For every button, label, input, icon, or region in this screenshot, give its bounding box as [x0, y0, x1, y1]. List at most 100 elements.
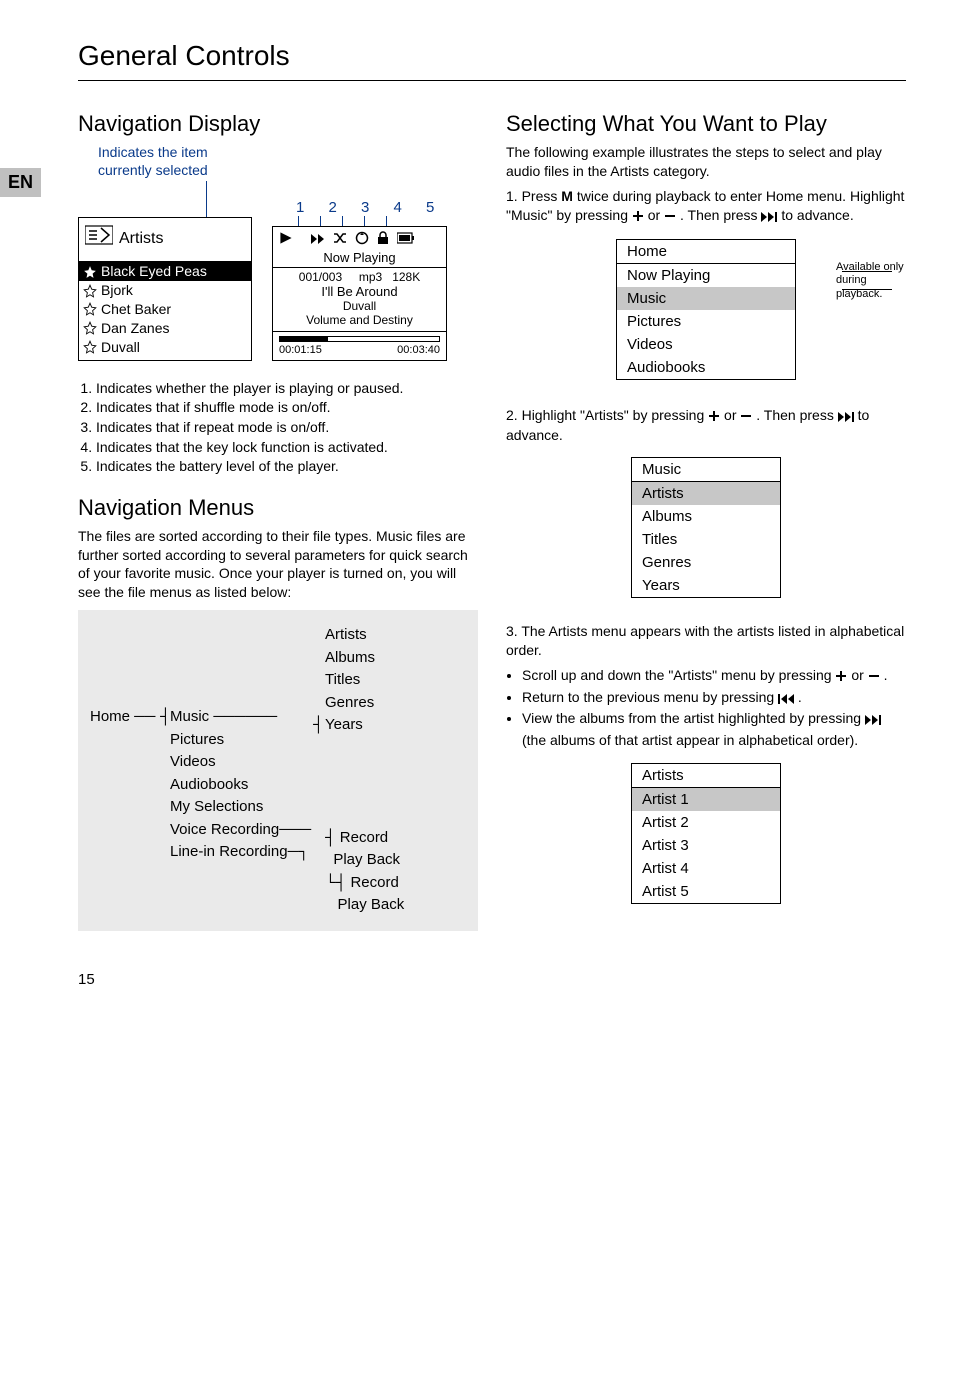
shuffle-icon [333, 232, 347, 247]
tree-leaf: Years [325, 716, 363, 733]
list-item-label: Dan Zanes [101, 319, 169, 338]
tree-leaf: Play Back [338, 896, 405, 913]
tree-node: Music [170, 708, 209, 725]
menu-item: Titles [632, 528, 780, 551]
song-artist: Duvall [273, 299, 446, 313]
selecting-heading: Selecting What You Want to Play [506, 111, 906, 137]
bullet-list: Scroll up and down the "Artists" menu by… [506, 666, 906, 750]
menu-item: Artist 5 [632, 880, 780, 903]
track-bitrate: 128K [392, 270, 420, 284]
bullet-item: Scroll up and down the "Artists" menu by… [522, 666, 906, 688]
minus-icon [868, 668, 880, 688]
minus-icon [664, 208, 676, 227]
nav-display-heading: Navigation Display [78, 111, 478, 137]
menu-item-highlight: Artists [632, 482, 780, 505]
list-item-label: Bjork [101, 281, 133, 300]
menu-item: Audiobooks [617, 356, 795, 379]
next-icon [838, 408, 854, 427]
next-icon [865, 711, 881, 731]
tree-root: Home [90, 708, 130, 725]
list-item: Bjork [79, 281, 251, 300]
home-menu-box: Home Now Playing Music Pictures Videos A… [616, 239, 796, 380]
repeat-icon [355, 231, 369, 248]
minus-icon [740, 408, 752, 427]
chapter-rule [78, 80, 906, 81]
artists-list-box: Artists Black Eyed Peas Bjork [78, 217, 252, 360]
bullet-item: Return to the previous menu by pressing … [522, 688, 906, 710]
side-note: Available only during playback. [836, 261, 916, 302]
star-outline-icon [83, 302, 97, 316]
menu-item: Now Playing [617, 264, 795, 287]
menu-item: Artist 3 [632, 834, 780, 857]
legend-item: Indicates that the key lock function is … [96, 438, 478, 458]
tree-node: Videos [170, 751, 325, 774]
plus-icon [632, 208, 644, 227]
song-album: Volume and Destiny [273, 313, 446, 332]
menu-item: Genres [632, 551, 780, 574]
legend-item: Indicates that if repeat mode is on/off. [96, 418, 478, 438]
legend-item: Indicates that if shuffle mode is on/off… [96, 398, 478, 418]
menu-item: Years [632, 574, 780, 597]
selecting-intro: The following example illustrates the st… [506, 143, 906, 181]
list-item: Chet Baker [79, 300, 251, 319]
star-outline-icon [83, 284, 97, 298]
step-1: 1. Press M twice during playback to ente… [506, 187, 906, 227]
tree-leaf: Artists [325, 624, 466, 647]
menu-item-highlight: Artist 1 [632, 788, 780, 811]
fast-forward-icon [311, 232, 325, 247]
tree-node: Audiobooks [170, 774, 325, 797]
tree-node: My Selections [170, 796, 325, 819]
menu-item: Videos [617, 333, 795, 356]
list-item: Dan Zanes [79, 319, 251, 338]
menu-item: Pictures [617, 310, 795, 333]
track-format: mp3 [359, 270, 382, 284]
plus-icon [708, 408, 720, 427]
menu-header: Artists [632, 764, 780, 788]
list-item-selected: Black Eyed Peas [79, 262, 251, 281]
prev-icon [778, 690, 794, 710]
menu-item-highlight: Music [617, 287, 795, 310]
total-time: 00:03:40 [397, 344, 440, 356]
tree-node: Pictures [170, 729, 325, 752]
chapter-title: General Controls [78, 40, 906, 72]
menu-item: Albums [632, 505, 780, 528]
track-counter: 001/003 [299, 270, 342, 284]
callout-ticks [298, 216, 447, 226]
category-label: Artists [119, 228, 163, 250]
menu-header: Music [632, 458, 780, 482]
bullet-item: View the albums from the artist highligh… [522, 709, 906, 750]
list-item-label: Black Eyed Peas [101, 262, 207, 281]
star-outline-icon [83, 340, 97, 354]
tree-leaf: Record [350, 874, 398, 891]
legend-item: Indicates whether the player is playing … [96, 379, 478, 399]
tree-leaf: Albums [325, 647, 466, 670]
tree-leaf: Genres [325, 692, 466, 715]
list-item-label: Chet Baker [101, 300, 171, 319]
song-title: I'll Be Around [273, 284, 446, 299]
artists-menu-box: Artists Artist 1 Artist 2 Artist 3 Artis… [631, 763, 781, 904]
lock-icon [377, 231, 389, 248]
list-mode-icon [85, 224, 113, 253]
menu-tree: Home ── ┤ Music ────── Pictures Videos A… [78, 610, 478, 931]
step-3: 3. The Artists menu appears with the art… [506, 622, 906, 660]
legend-item: Indicates the battery level of the playe… [96, 457, 478, 477]
list-item-label: Duvall [101, 338, 140, 357]
elapsed-time: 00:01:15 [279, 344, 322, 356]
indicator-label-l2: currently selected [98, 161, 478, 179]
menu-item: Artist 4 [632, 857, 780, 880]
menu-header: Home [617, 240, 795, 264]
tree-node: Line-in Recording [170, 843, 288, 860]
play-icon [279, 231, 293, 248]
tree-leaf: Titles [325, 669, 466, 692]
tree-leaf: Record [340, 829, 388, 846]
page-number: 15 [78, 971, 906, 988]
tree-node: Voice Recording [170, 821, 279, 838]
star-outline-icon [83, 321, 97, 335]
list-item: Duvall [79, 338, 251, 360]
indicator-label-l1: Indicates the item [98, 143, 478, 161]
progress-bar [273, 332, 446, 344]
next-icon [761, 208, 777, 227]
language-tag: EN [0, 168, 41, 197]
nav-menus-heading: Navigation Menus [78, 495, 478, 521]
battery-icon [397, 232, 415, 247]
